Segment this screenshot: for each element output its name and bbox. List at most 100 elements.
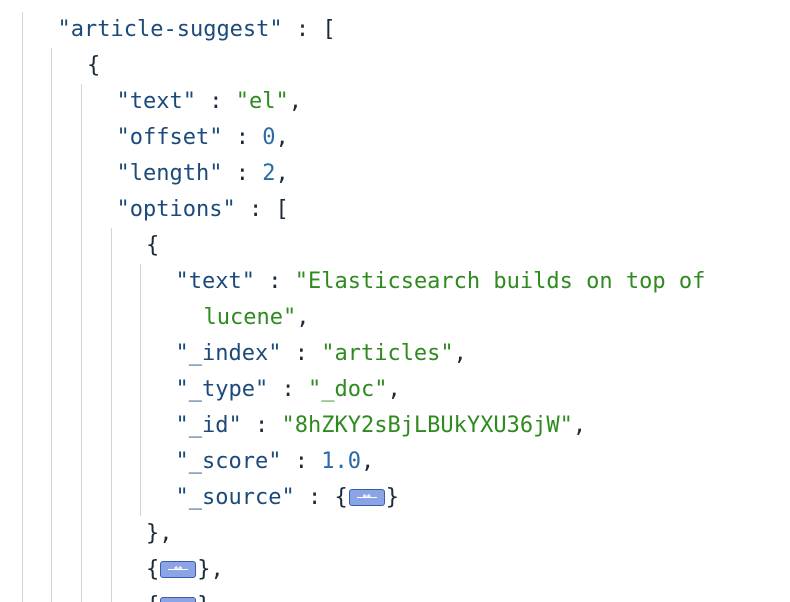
- json-string-value: "_doc": [307, 377, 388, 402]
- indent-guide: [111, 588, 112, 602]
- json-line: {: [0, 48, 790, 84]
- json-punctuation: :: [222, 125, 263, 150]
- indent-guide: [81, 372, 82, 408]
- indent-guide: [22, 372, 23, 408]
- indent-guide: [140, 264, 141, 300]
- json-punctuation: :: [241, 413, 282, 438]
- indent-guide: [51, 300, 52, 336]
- json-punctuation: {: [87, 53, 101, 78]
- indent-guide: [81, 588, 82, 602]
- json-key: "offset": [116, 125, 223, 150]
- json-line-content: "_index" : "articles",: [176, 336, 467, 372]
- json-line-content: lucene",: [204, 300, 310, 336]
- indent-guide: [140, 372, 141, 408]
- indent-guide: [111, 444, 112, 480]
- json-line-content: "text" : "el",: [117, 84, 302, 120]
- json-line-content: "article-suggest" : [: [58, 12, 336, 48]
- indent-guide: [22, 480, 23, 516]
- json-line: "options" : [: [0, 192, 790, 228]
- json-line-content: {: [146, 228, 159, 264]
- json-string-value: "Elasticsearch builds on top of: [294, 269, 706, 294]
- indent-guide: [111, 264, 112, 300]
- json-punctuation: :: [222, 161, 263, 186]
- json-line: lucene",: [0, 300, 790, 336]
- indent-guide: [81, 156, 82, 192]
- json-number-value: 0: [262, 125, 276, 150]
- json-line: "text" : "el",: [0, 84, 790, 120]
- json-key: "_score": [175, 449, 282, 474]
- indent-guide: [22, 156, 23, 192]
- json-line: "article-suggest" : [: [0, 12, 790, 48]
- json-line: },: [0, 516, 790, 552]
- indent-guide: [51, 552, 52, 588]
- indent-guide: [22, 48, 23, 84]
- json-punctuation: : [: [235, 197, 289, 222]
- indent-guide: [51, 192, 52, 228]
- json-line: "text" : "Elasticsearch builds on top of: [0, 264, 790, 300]
- json-line: {},: [0, 552, 790, 588]
- json-line: "_id" : "8hZKY2sBjLBUkYXU36jW",: [0, 408, 790, 444]
- indent-guide: [22, 120, 23, 156]
- json-punctuation: : [: [282, 17, 336, 42]
- indent-guide: [81, 516, 82, 552]
- json-line: {},: [0, 588, 790, 602]
- expand-collapsed-object-icon[interactable]: [160, 595, 197, 602]
- indent-guide: [111, 552, 112, 588]
- json-number-value: 1.0: [321, 449, 361, 474]
- json-line-content: "options" : [: [117, 192, 289, 228]
- indent-guide: [51, 156, 52, 192]
- json-punctuation: }: [385, 485, 399, 510]
- json-string-value: lucene": [203, 305, 297, 330]
- json-punctuation: :: [254, 269, 295, 294]
- json-key: "text": [116, 89, 196, 114]
- json-punctuation: ,: [572, 413, 587, 438]
- json-punctuation: {: [146, 557, 160, 582]
- json-key: "length": [116, 161, 223, 186]
- indent-guide: [51, 408, 52, 444]
- indent-guide: [51, 264, 52, 300]
- json-key: "_type": [175, 377, 269, 402]
- indent-guide: [51, 336, 52, 372]
- indent-guide: [51, 480, 52, 516]
- json-key: "options": [116, 197, 236, 222]
- indent-guide: [111, 336, 112, 372]
- indent-guide: [22, 444, 23, 480]
- expand-collapsed-object-icon[interactable]: [348, 487, 385, 506]
- indent-guide: [22, 516, 23, 552]
- json-viewer: "article-suggest" : [{"text" : "el", "off…: [0, 0, 790, 602]
- indent-guide: [51, 516, 52, 552]
- json-key: "_index": [175, 341, 282, 366]
- indent-guide: [51, 48, 52, 84]
- json-string-value: "el": [235, 89, 289, 114]
- indent-guide: [22, 552, 23, 588]
- indent-guide: [81, 408, 82, 444]
- indent-guide: [22, 300, 23, 336]
- indent-guide: [111, 408, 112, 444]
- indent-guide: [81, 192, 82, 228]
- indent-guide: [111, 372, 112, 408]
- json-line-content: "offset" : 0,: [117, 120, 289, 156]
- json-punctuation: : {: [294, 485, 348, 510]
- json-line: "length" : 2,: [0, 156, 790, 192]
- json-key: "text": [175, 269, 255, 294]
- json-punctuation: :: [268, 377, 308, 402]
- indent-guide: [81, 84, 82, 120]
- json-key: "article-suggest": [57, 17, 283, 42]
- json-line-content: "_score" : 1.0,: [176, 444, 375, 480]
- indent-guide: [22, 264, 23, 300]
- indent-guide: [81, 264, 82, 300]
- json-line-content: "_type" : "_doc",: [176, 372, 401, 408]
- indent-guide: [51, 588, 52, 602]
- json-punctuation: },: [197, 593, 224, 602]
- indent-guide: [22, 588, 23, 602]
- indent-guide: [51, 444, 52, 480]
- indent-guide: [140, 336, 141, 372]
- json-punctuation: ,: [360, 449, 375, 474]
- json-line-content: {},: [146, 552, 224, 588]
- json-punctuation: ,: [296, 305, 310, 330]
- indent-guide: [140, 408, 141, 444]
- indent-guide: [81, 552, 82, 588]
- indent-guide: [22, 228, 23, 264]
- expand-collapsed-object-icon[interactable]: [160, 559, 197, 578]
- json-line-content: {},: [146, 588, 224, 602]
